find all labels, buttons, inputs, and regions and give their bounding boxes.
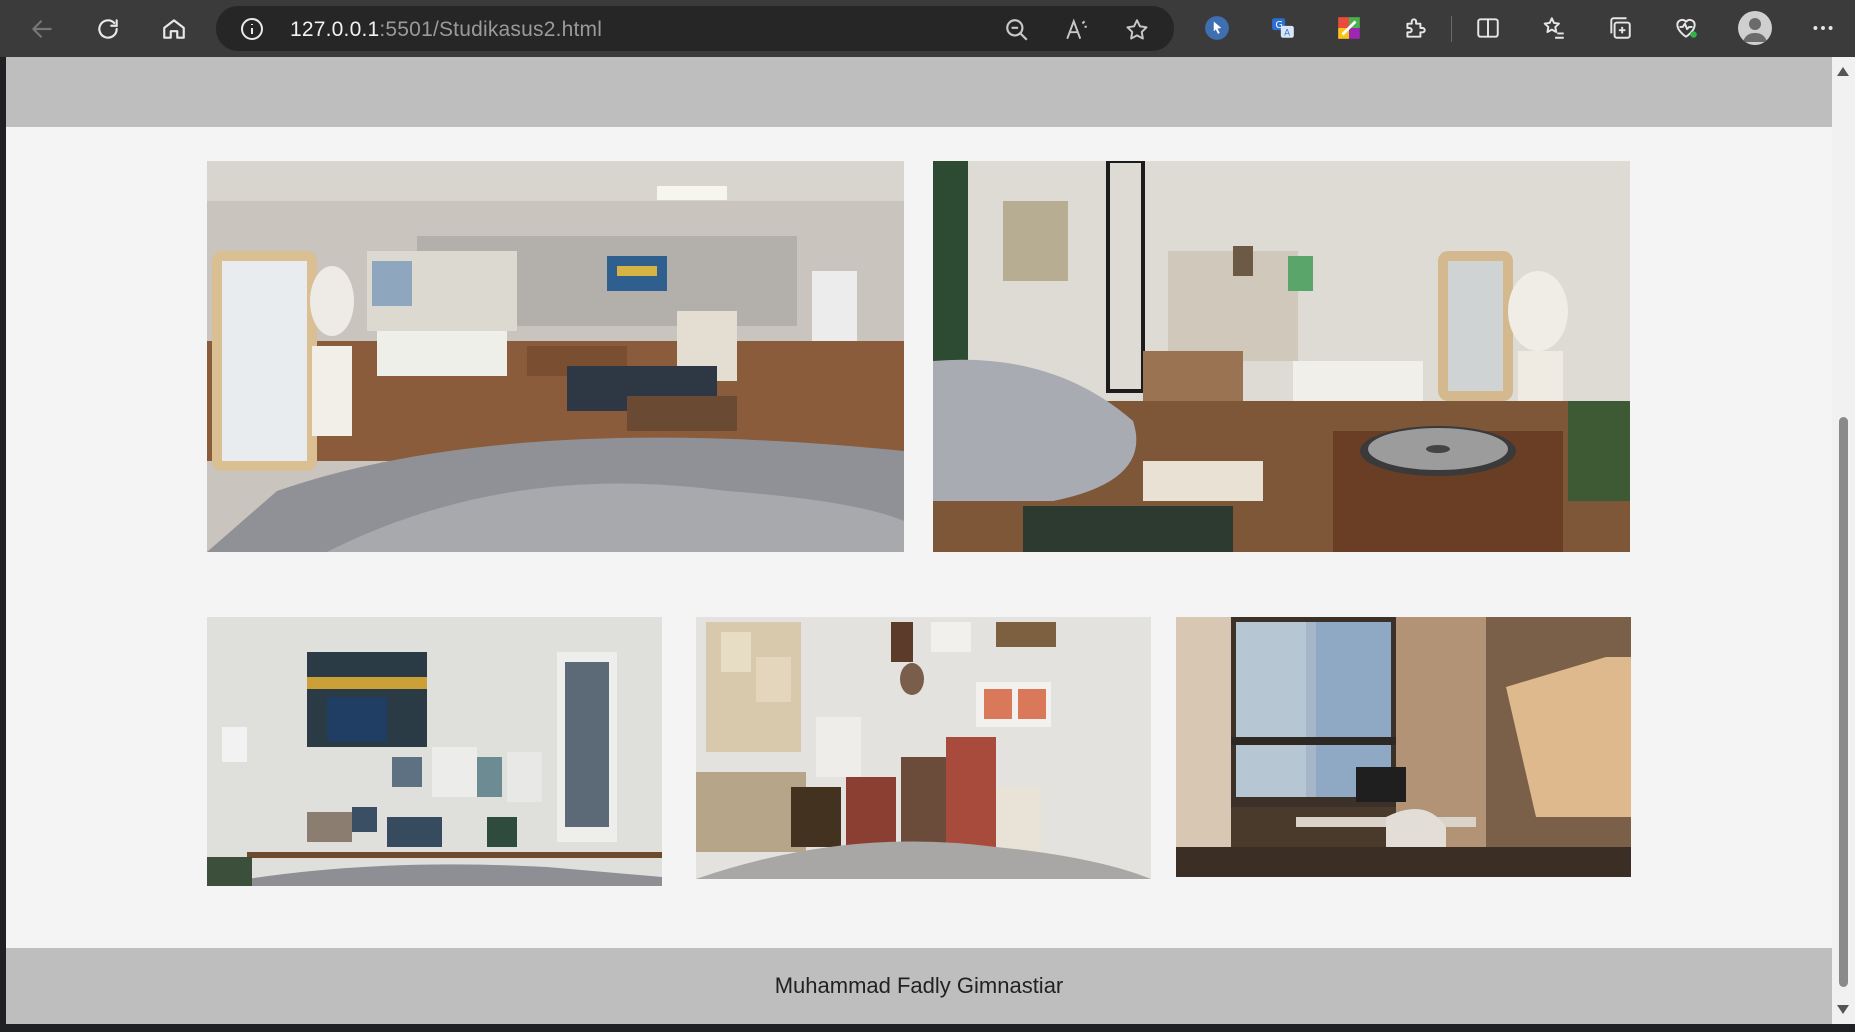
scroll-thumb[interactable] [1839,417,1848,987]
site-info-icon[interactable] [240,17,264,41]
gallery-photo-window-sunlight [1176,617,1631,877]
cursor-extension-icon[interactable] [1202,13,1232,43]
address-bar[interactable]: 127.0.0.1:5501/Studikasus2.html [216,6,1174,51]
split-screen-icon[interactable] [1473,13,1503,43]
gallery-photo-bedroom-turntable [933,161,1630,552]
svg-text:A: A [1284,29,1290,39]
vertical-scrollbar[interactable] [1832,57,1855,1024]
extensions-puzzle-icon[interactable] [1400,13,1430,43]
footer-author-name: Muhammad Fadly Gimnastiar [774,973,1064,998]
url-path: :5501/Studikasus2.html [379,18,603,41]
page-viewport: Muhammad Fadly Gimnastiar [6,57,1832,1024]
colorful-extension-icon[interactable] [1334,13,1364,43]
gallery-photo-living-room [207,161,904,552]
back-icon[interactable] [22,9,62,49]
collections-icon[interactable] [1605,13,1635,43]
toolbar-separator [1451,16,1452,42]
window-bottom-edge [0,1024,1855,1032]
read-aloud-icon[interactable] [1064,17,1090,43]
more-menu-icon[interactable] [1808,13,1838,43]
scroll-up-arrow-icon[interactable] [1837,67,1849,76]
refresh-icon[interactable] [88,9,128,49]
url-text[interactable]: 127.0.0.1:5501/Studikasus2.html [290,18,602,42]
favorites-list-icon[interactable] [1539,13,1569,43]
favorite-star-icon[interactable] [1124,17,1150,43]
gallery-photo-book-stacks [696,617,1151,879]
zoom-out-icon[interactable] [1004,17,1030,43]
home-icon[interactable] [154,9,194,49]
page-header-bar [6,57,1832,127]
gallery-photo-wall-art-shelf [207,617,662,886]
translate-extension-icon[interactable]: GA [1268,13,1298,43]
scroll-down-arrow-icon[interactable] [1837,1005,1849,1014]
page-footer: Muhammad Fadly Gimnastiar [6,948,1832,1024]
profile-avatar-icon[interactable] [1738,11,1772,45]
url-host: 127.0.0.1 [290,18,380,41]
browser-essentials-icon[interactable] [1671,13,1701,43]
browser-toolbar: 127.0.0.1:5501/Studikasus2.html GA [0,0,1855,57]
